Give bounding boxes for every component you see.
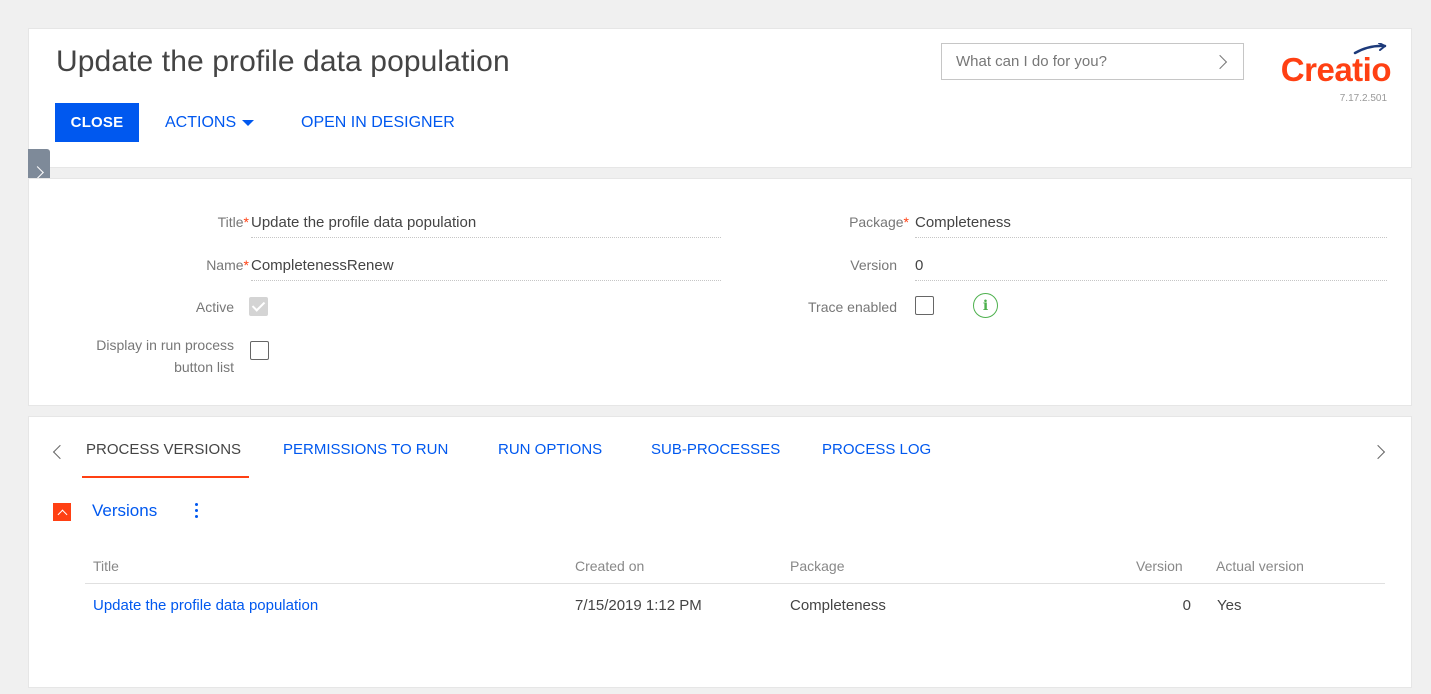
- trace-enabled-label: Trace enabled: [808, 299, 897, 315]
- column-header-title[interactable]: Title: [93, 558, 119, 574]
- app-version: 7.17.2.501: [1339, 93, 1387, 104]
- column-header-version[interactable]: Version: [1136, 558, 1183, 574]
- open-in-designer-button[interactable]: OPEN IN DESIGNER: [301, 103, 455, 142]
- tabs-scroll-left-icon[interactable]: [52, 444, 68, 460]
- version-field[interactable]: 0: [915, 251, 1387, 281]
- tab-sub-processes[interactable]: SUB-PROCESSES: [651, 441, 780, 477]
- page-title: Update the profile data population: [56, 45, 510, 78]
- title-field[interactable]: Update the profile data population: [251, 208, 721, 238]
- chevron-right-icon[interactable]: [1212, 54, 1228, 69]
- versions-detail-title[interactable]: Versions: [92, 501, 157, 521]
- name-label: Name*: [206, 257, 249, 273]
- column-header-actual-version[interactable]: Actual version: [1216, 558, 1304, 574]
- tab-permissions-to-run[interactable]: PERMISSIONS TO RUN: [283, 441, 448, 477]
- row-package: Completeness: [790, 597, 886, 614]
- search-placeholder: What can I do for you?: [956, 53, 1107, 70]
- tabs-panel: PROCESS VERSIONS PERMISSIONS TO RUN RUN …: [28, 416, 1412, 688]
- chevron-up-icon: [57, 509, 67, 519]
- chevron-right-icon: [30, 165, 44, 179]
- tab-process-versions[interactable]: PROCESS VERSIONS: [81, 441, 250, 478]
- process-form: Title* Update the profile data populatio…: [28, 178, 1412, 406]
- grid-divider: [85, 583, 1385, 584]
- row-title-link[interactable]: Update the profile data population: [93, 597, 318, 614]
- display-in-run-process-label: Display in run process button list: [96, 337, 234, 375]
- trace-enabled-checkbox[interactable]: [915, 296, 934, 315]
- column-header-package[interactable]: Package: [790, 558, 844, 574]
- close-button[interactable]: CLOSE: [55, 103, 139, 142]
- name-field[interactable]: CompletenessRenew: [251, 251, 721, 281]
- actions-label: ACTIONS: [165, 113, 237, 131]
- creatio-logo: Creatio 7.17.2.501: [1267, 39, 1399, 104]
- tab-run-options[interactable]: RUN OPTIONS: [498, 441, 602, 477]
- logo-text: Creatio: [1280, 51, 1392, 88]
- package-label: Package*: [849, 214, 909, 230]
- column-header-created-on[interactable]: Created on: [575, 558, 644, 574]
- tabs-scroll-right-icon[interactable]: [1370, 444, 1386, 460]
- package-field[interactable]: Completeness: [915, 208, 1387, 238]
- row-version: 0: [1182, 597, 1191, 614]
- title-label: Title*: [217, 214, 249, 230]
- row-created-on: 7/15/2019 1:12 PM: [575, 597, 702, 614]
- command-search-input[interactable]: What can I do for you?: [941, 43, 1244, 80]
- tab-process-log[interactable]: PROCESS LOG: [822, 441, 931, 477]
- more-options-icon[interactable]: [195, 503, 198, 518]
- version-label: Version: [850, 257, 897, 273]
- collapse-versions-button[interactable]: [53, 503, 71, 521]
- active-checkbox: [249, 297, 268, 316]
- caret-down-icon: [242, 120, 255, 126]
- actions-button[interactable]: ACTIONS: [165, 103, 255, 142]
- page-header: Update the profile data population CLOSE…: [28, 28, 1412, 168]
- active-label: Active: [195, 299, 234, 315]
- row-actual-version: Yes: [1217, 597, 1242, 614]
- display-in-run-process-checkbox[interactable]: [250, 341, 269, 360]
- info-icon[interactable]: i: [973, 293, 998, 318]
